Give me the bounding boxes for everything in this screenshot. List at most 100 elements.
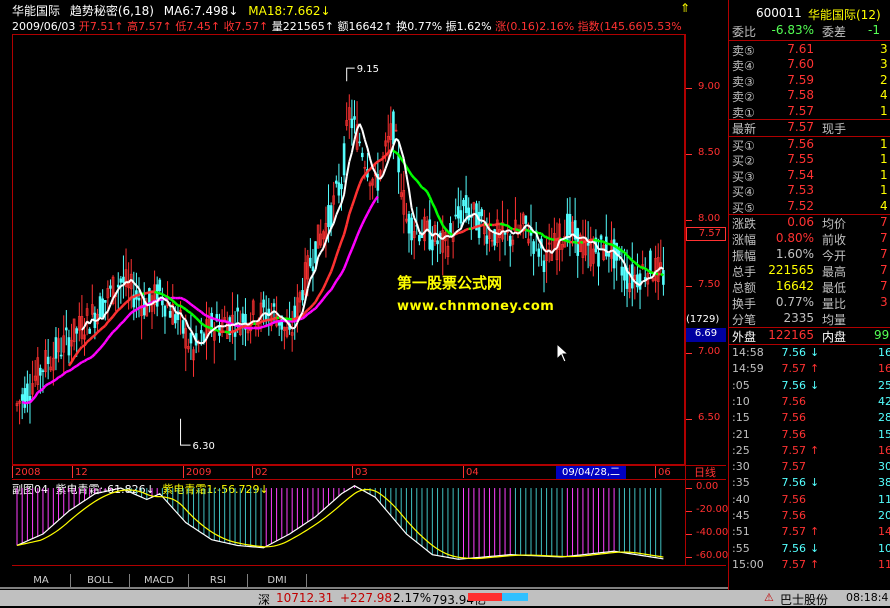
tab-macd[interactable]: MACD xyxy=(130,574,189,587)
scroll-up-icon[interactable]: ⇑ xyxy=(680,1,694,17)
long-ma-line xyxy=(116,327,119,330)
ma18-line xyxy=(375,161,378,163)
bid-row[interactable]: 买④ 7.53 1 xyxy=(728,183,890,199)
candlestick-chart[interactable]: 9.156.30 xyxy=(12,35,685,465)
long-ma-line xyxy=(362,219,365,224)
ask-row[interactable]: 卖⑤ 7.61 3 xyxy=(728,42,890,58)
ma18-line xyxy=(103,326,106,328)
ma18-line xyxy=(277,318,280,319)
bid-row[interactable]: 买① 7.56 1 xyxy=(728,137,890,153)
tab-dmi[interactable]: DMI xyxy=(248,574,307,587)
ma6-line xyxy=(435,233,438,234)
stat-label-2: 均量 xyxy=(822,311,846,328)
ask-row[interactable]: 卖④ 7.60 3 xyxy=(728,57,890,73)
long-ma-line xyxy=(110,332,113,335)
bid-row[interactable]: 买② 7.55 1 xyxy=(728,152,890,168)
ask-volume: 4 xyxy=(880,88,888,102)
candle-body xyxy=(159,280,161,291)
tick-row[interactable]: :10 7.56 42 xyxy=(728,395,890,411)
ma18-line xyxy=(243,326,246,327)
tick-price: 7.56 xyxy=(770,411,806,424)
tick-price: 7.56 xyxy=(770,476,806,489)
long-ma-line xyxy=(357,230,360,236)
stat-label-2: 最低 xyxy=(822,279,846,296)
candle-body xyxy=(481,209,483,215)
outer-label: 外盘 xyxy=(732,328,756,345)
long-ma-line xyxy=(266,325,269,326)
ma6-line xyxy=(617,254,620,256)
ma18-line xyxy=(393,151,396,152)
ma18-line xyxy=(565,240,568,241)
tick-volume: 25 xyxy=(878,379,890,392)
ma18-line xyxy=(295,318,298,319)
candle-body xyxy=(302,290,304,300)
tick-time: :45 xyxy=(732,509,750,522)
candle-body xyxy=(621,267,623,275)
tick-row[interactable]: 15:00 7.57 ↑ 11 xyxy=(728,558,890,574)
ma18-line xyxy=(464,230,467,232)
long-ma-line xyxy=(22,402,25,403)
long-ma-line xyxy=(100,345,103,348)
tick-row[interactable]: :21 7.56 15 xyxy=(728,428,890,444)
long-ma-line xyxy=(349,249,352,255)
ma18-line xyxy=(97,330,100,332)
long-ma-line xyxy=(126,316,129,319)
long-ma-line xyxy=(227,322,230,323)
period-label[interactable]: 日线 xyxy=(694,466,724,479)
tab-ma[interactable]: MA xyxy=(12,574,71,587)
ma18-line xyxy=(323,283,326,289)
bid-row[interactable]: 买⑤ 7.52 4 xyxy=(728,199,890,215)
candle-body xyxy=(359,142,361,143)
tick-row[interactable]: :45 7.56 20 xyxy=(728,509,890,525)
long-ma-line xyxy=(274,321,277,322)
ma6-line xyxy=(554,248,557,249)
tick-row[interactable]: 14:58 7.56 ↓ 16 xyxy=(728,346,890,362)
candle-body xyxy=(39,368,41,375)
tick-row[interactable]: :40 7.56 11 xyxy=(728,493,890,509)
ma18-line xyxy=(380,159,383,160)
tab-rsi[interactable]: RSI xyxy=(189,574,248,587)
tick-time: :35 xyxy=(732,476,750,489)
long-ma-line xyxy=(103,342,106,345)
tab-boll[interactable]: BOLL xyxy=(71,574,130,587)
alarm-icon[interactable]: ⚠ xyxy=(764,591,774,604)
tick-arrow: ↑ xyxy=(810,558,819,571)
bid-row[interactable]: 买③ 7.54 1 xyxy=(728,168,890,184)
ma18-line xyxy=(326,277,329,283)
tick-row[interactable]: :55 7.56 ↓ 10 xyxy=(728,542,890,558)
tick-row[interactable]: :15 7.56 28 xyxy=(728,411,890,427)
chart-header: 华能国际 趋势秘密(6,18) MA6:7.498↓ MA18:7.662↓ xyxy=(12,2,331,18)
ask-row[interactable]: 卖② 7.58 4 xyxy=(728,88,890,104)
ma18-line xyxy=(157,293,160,294)
ma6-line xyxy=(445,236,448,237)
candle-body xyxy=(76,329,78,334)
ma18-line xyxy=(271,319,274,320)
tick-row[interactable]: :30 7.57 30 xyxy=(728,460,890,476)
long-ma-line xyxy=(339,273,342,277)
ma6-line xyxy=(489,230,492,232)
candle-body xyxy=(343,144,345,175)
candle-body xyxy=(182,320,184,333)
oscillator-chart[interactable] xyxy=(12,480,685,565)
ma18-line xyxy=(427,192,430,197)
tick-row[interactable]: :05 7.56 ↓ 25 xyxy=(728,379,890,395)
long-ma-line xyxy=(360,224,363,230)
info-amount: 额16642↑ xyxy=(338,20,393,33)
tick-row[interactable]: 14:59 7.57 ↑ 16 xyxy=(728,362,890,378)
long-ma-line xyxy=(365,214,368,219)
long-ma-line xyxy=(183,299,186,300)
ask-row[interactable]: 卖③ 7.59 2 xyxy=(728,73,890,89)
stat-label-2: 量比 xyxy=(822,295,846,312)
panel-stock-name: 华能国际(12) xyxy=(808,6,881,23)
status-right-text[interactable]: 巴士股份 xyxy=(780,591,828,608)
ma18-line xyxy=(349,207,352,214)
ma6-line xyxy=(230,325,233,326)
tick-row[interactable]: :25 7.57 ↑ 16 xyxy=(728,444,890,460)
bid-price: 7.55 xyxy=(764,152,814,166)
long-ma-line xyxy=(194,306,197,308)
candle-body xyxy=(42,371,44,372)
tick-row[interactable]: :35 7.56 ↓ 38 xyxy=(728,476,890,492)
tick-row[interactable]: :51 7.57 ↑ 14 xyxy=(728,525,890,541)
tick-arrow: ↓ xyxy=(810,346,819,359)
ask-row[interactable]: 卖① 7.57 1 xyxy=(728,104,890,120)
